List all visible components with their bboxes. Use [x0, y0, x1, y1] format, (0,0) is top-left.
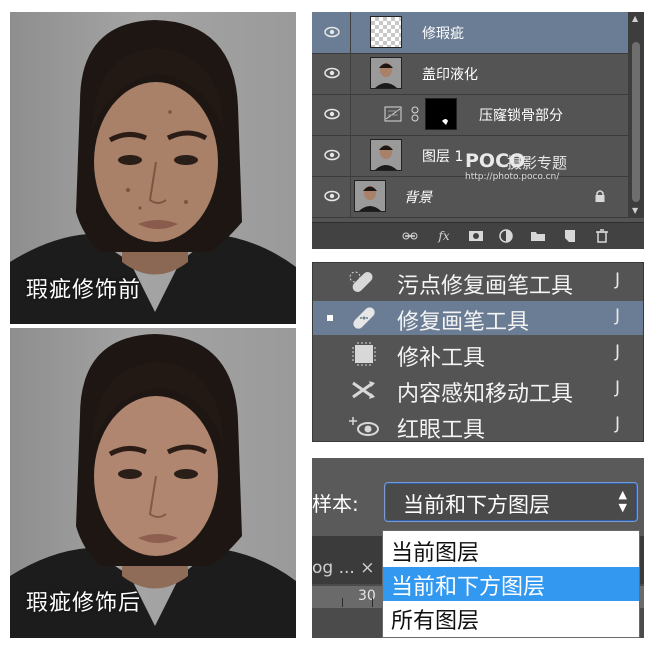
- before-caption: 瑕疵修饰前: [26, 278, 142, 303]
- layers-scrollbar[interactable]: ▲ ▼: [628, 12, 644, 218]
- layer-name: 压窿锁骨部分: [479, 108, 563, 124]
- document-tab[interactable]: og ... ×: [312, 558, 374, 578]
- scroll-down-arrow-icon[interactable]: ▼: [632, 206, 638, 215]
- tool-spot-healing-brush[interactable]: 污点修复画笔工具 J: [313, 265, 643, 299]
- sample-label: 样本:: [312, 492, 359, 516]
- layer-thumbnail: [354, 180, 386, 212]
- lock-icon: [595, 190, 605, 202]
- layer-mask-thumbnail: [425, 98, 457, 130]
- ruler-number: 30: [358, 588, 376, 604]
- tool-label: 红眼工具: [397, 418, 486, 443]
- layer-row-adjustment[interactable]: 压窿锁骨部分: [312, 94, 628, 136]
- tool-red-eye[interactable]: 红眼工具 J: [313, 409, 643, 443]
- tool-patch[interactable]: 修补工具 J: [313, 337, 643, 371]
- eye-icon[interactable]: [324, 65, 340, 81]
- option-current-and-below[interactable]: 当前和下方图层: [383, 567, 639, 601]
- sample-select[interactable]: 当前和下方图层 ▲ ▼: [384, 482, 638, 522]
- after-caption: 瑕疵修饰后: [26, 591, 142, 616]
- tool-shortcut: J: [615, 342, 621, 362]
- folder-icon[interactable]: [530, 228, 546, 244]
- mask-icon[interactable]: [468, 228, 484, 244]
- chain-link-icon[interactable]: [411, 106, 419, 122]
- link-icon[interactable]: [402, 228, 418, 244]
- tool-shortcut: J: [615, 306, 621, 326]
- tool-content-aware-move[interactable]: 内容感知移动工具 J: [313, 373, 643, 407]
- content-aware-move-icon: [352, 381, 375, 399]
- tool-shortcut: J: [615, 414, 621, 434]
- tool-label: 内容感知移动工具: [397, 382, 574, 407]
- scroll-thumb[interactable]: [632, 42, 640, 202]
- healing-brush-icon: [353, 307, 375, 329]
- tool-label: 污点修复画笔工具: [397, 274, 574, 299]
- sample-dropdown-list: 当前图层 当前和下方图层 所有图层: [382, 530, 640, 638]
- before-photo: 瑕疵修饰前: [10, 12, 296, 324]
- scroll-up-arrow-icon[interactable]: ▲: [632, 14, 638, 23]
- option-all-layers[interactable]: 所有图层: [383, 601, 639, 635]
- layer-row-stamp-liquify[interactable]: 盖印液化: [312, 53, 628, 95]
- tool-shortcut: J: [615, 270, 621, 290]
- updown-chevron-icon: ▲ ▼: [618, 488, 627, 514]
- layer-name: 图层 1: [422, 149, 464, 165]
- layers-panel: 修瑕疵 盖印液化 压窿锁骨部分 图层 1 POCO 摄影专题 http://ph…: [312, 12, 644, 249]
- ruler-tick: [372, 598, 373, 607]
- sample-select-value: 当前和下方图层: [403, 493, 550, 517]
- layer-name: 修瑕疵: [422, 26, 464, 42]
- tool-label: 修复画笔工具: [397, 310, 530, 335]
- option-current-layer[interactable]: 当前图层: [383, 533, 639, 567]
- spot-healing-brush-icon: [349, 271, 373, 292]
- trash-icon[interactable]: [594, 228, 610, 244]
- eye-icon[interactable]: [324, 188, 340, 204]
- eye-icon[interactable]: [324, 24, 340, 40]
- red-eye-icon: [349, 417, 379, 436]
- tool-shortcut: J: [615, 378, 621, 398]
- eye-icon[interactable]: [324, 147, 340, 163]
- sample-options-panel: 样本: 当前和下方图层 ▲ ▼ og ... × 30 当前图层 当前和下方图层 …: [312, 458, 644, 638]
- layer-name: 背景: [404, 190, 432, 206]
- after-photo: 瑕疵修饰后: [10, 328, 296, 638]
- curves-adjustment-icon: [384, 106, 402, 122]
- layer-name: 盖印液化: [422, 67, 478, 83]
- layer-row-background[interactable]: 背景: [312, 176, 628, 218]
- adjustment-icon[interactable]: [498, 228, 514, 244]
- patch-tool-icon: [352, 342, 376, 366]
- layer-row-repair[interactable]: 修瑕疵: [312, 12, 628, 54]
- layers-footer-toolbar: fx: [312, 222, 644, 249]
- watermark-title: 摄影专题: [507, 154, 568, 172]
- layer-thumbnail: [370, 139, 402, 171]
- layer-thumbnail: [370, 16, 402, 48]
- fx-icon[interactable]: fx: [436, 228, 452, 244]
- new-layer-icon[interactable]: [562, 228, 578, 244]
- layer-thumbnail: [370, 57, 402, 89]
- tool-healing-brush[interactable]: 修复画笔工具 J: [313, 301, 643, 335]
- tool-label: 修补工具: [397, 346, 486, 371]
- ruler-tick: [342, 598, 343, 607]
- eye-icon[interactable]: [324, 106, 340, 122]
- healing-tools-menu: 污点修复画笔工具 J 修复画笔工具 J 修补工具 J 内容感知移动工具 J 红眼…: [312, 262, 644, 443]
- selected-bullet-icon: [327, 315, 333, 321]
